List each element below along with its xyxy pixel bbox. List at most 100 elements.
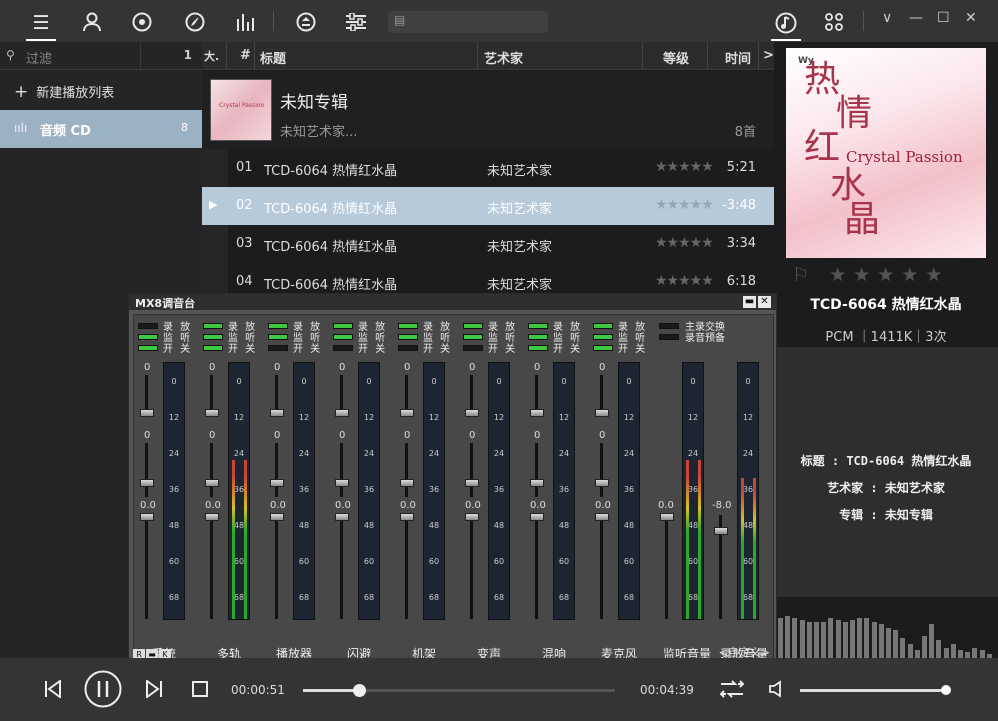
channel-switch-led[interactable] bbox=[398, 323, 418, 329]
fader-knob[interactable] bbox=[140, 513, 154, 521]
channel-switch-led[interactable] bbox=[463, 345, 483, 351]
channel-switch-led[interactable] bbox=[268, 345, 288, 351]
track-row[interactable]: 03 TCD-6064 热情红水晶 未知艺术家 ★★★★★ 3:34 bbox=[202, 225, 774, 263]
dropdown-icon[interactable]: ∨ bbox=[882, 10, 892, 26]
channel-switch-led[interactable] bbox=[593, 345, 613, 351]
col-header-time[interactable]: 时间 bbox=[725, 48, 751, 67]
channel-switch-led[interactable] bbox=[463, 323, 483, 329]
col-header-num[interactable]: # bbox=[240, 48, 251, 63]
fader-track[interactable] bbox=[405, 515, 408, 619]
channel-switch-led[interactable] bbox=[528, 323, 548, 329]
channel-switch-led[interactable] bbox=[138, 323, 158, 329]
compass-icon[interactable] bbox=[180, 7, 210, 37]
channel-switch-led[interactable] bbox=[138, 334, 158, 340]
pause-button[interactable] bbox=[84, 670, 122, 712]
next-icon[interactable] bbox=[145, 679, 163, 702]
master-switch-led[interactable] bbox=[659, 323, 679, 329]
fader-knob[interactable] bbox=[335, 513, 349, 521]
channel-switch-led[interactable] bbox=[593, 323, 613, 329]
fader-track[interactable] bbox=[275, 443, 278, 497]
fader-track[interactable] bbox=[340, 443, 343, 497]
music-note-icon[interactable] bbox=[771, 7, 801, 41]
fader-knob[interactable] bbox=[270, 479, 284, 487]
channel-switch-led[interactable] bbox=[333, 323, 353, 329]
mixer-close-button[interactable]: ✕ bbox=[758, 296, 771, 308]
channel-switch-led[interactable] bbox=[203, 334, 223, 340]
fader-knob[interactable] bbox=[660, 513, 674, 521]
eject-icon[interactable] bbox=[291, 7, 321, 37]
new-playlist-button[interactable]: + 新建播放列表 bbox=[14, 82, 114, 102]
channel-switch-led[interactable] bbox=[203, 323, 223, 329]
progress-handle[interactable] bbox=[353, 684, 367, 697]
fader-knob[interactable] bbox=[270, 513, 284, 521]
master-switch-led[interactable] bbox=[659, 334, 679, 340]
volume-slider[interactable] bbox=[800, 685, 951, 695]
bookmark-icon[interactable]: ⚐ bbox=[792, 264, 816, 286]
col-header-title[interactable]: 标题 bbox=[260, 48, 286, 67]
list-icon[interactable]: ☰ bbox=[26, 7, 56, 41]
channel-switch-led[interactable] bbox=[463, 334, 483, 340]
track-checkbox[interactable] bbox=[202, 225, 228, 263]
col-header-artist[interactable]: 艺术家 bbox=[484, 48, 523, 67]
channel-switch-led[interactable] bbox=[593, 334, 613, 340]
fader-track[interactable] bbox=[470, 443, 473, 497]
fader-track[interactable] bbox=[665, 515, 668, 619]
fader-track[interactable] bbox=[145, 443, 148, 497]
filter-bar[interactable]: ⚲ 过滤 1 bbox=[0, 42, 202, 70]
track-rating[interactable]: ★★★★★ bbox=[655, 197, 714, 213]
channel-switch-led[interactable] bbox=[398, 334, 418, 340]
fader-knob[interactable] bbox=[400, 513, 414, 521]
previous-icon[interactable] bbox=[44, 679, 62, 702]
close-button[interactable]: ✕ bbox=[965, 10, 977, 26]
track-rating[interactable]: ★★★★★ bbox=[655, 159, 714, 175]
fader-knob[interactable] bbox=[140, 409, 154, 417]
fader-track[interactable] bbox=[145, 515, 148, 619]
fader-knob[interactable] bbox=[530, 513, 544, 521]
col-header-size[interactable]: 大. bbox=[204, 48, 219, 64]
fader-track[interactable] bbox=[470, 515, 473, 619]
minimize-button[interactable]: — bbox=[909, 10, 923, 26]
top-search-box[interactable]: ▤ bbox=[388, 11, 548, 33]
fader-track[interactable] bbox=[340, 515, 343, 619]
sliders-icon[interactable] bbox=[341, 7, 371, 37]
fader-track[interactable] bbox=[210, 515, 213, 619]
track-rating[interactable]: ★★★★★ bbox=[655, 273, 714, 289]
col-more-arrow[interactable]: > bbox=[763, 48, 774, 63]
equalizer-icon[interactable] bbox=[230, 7, 260, 37]
track-checkbox[interactable] bbox=[202, 149, 228, 187]
channel-switch-led[interactable] bbox=[528, 334, 548, 340]
fader-knob[interactable] bbox=[400, 479, 414, 487]
channel-switch-led[interactable] bbox=[333, 345, 353, 351]
fader-track[interactable] bbox=[600, 515, 603, 619]
fader-track[interactable] bbox=[405, 443, 408, 497]
track-rating[interactable]: ★★★★★ bbox=[655, 235, 714, 251]
album-group-header[interactable]: Crystal Passion 未知专辑 未知艺术家... 8首 bbox=[202, 71, 774, 149]
channel-switch-led[interactable] bbox=[268, 334, 288, 340]
mixer-minimize-button[interactable]: ▬ bbox=[743, 296, 756, 308]
fader-knob[interactable] bbox=[465, 409, 479, 417]
fader-knob[interactable] bbox=[335, 409, 349, 417]
fader-knob[interactable] bbox=[714, 527, 728, 535]
fader-knob[interactable] bbox=[530, 479, 544, 487]
fader-knob[interactable] bbox=[530, 409, 544, 417]
maximize-button[interactable]: ☐ bbox=[937, 10, 950, 26]
fader-knob[interactable] bbox=[595, 479, 609, 487]
channel-switch-led[interactable] bbox=[203, 345, 223, 351]
fader-track[interactable] bbox=[535, 515, 538, 619]
channel-switch-led[interactable] bbox=[138, 345, 158, 351]
disc-icon[interactable] bbox=[127, 7, 157, 37]
progress-slider[interactable] bbox=[303, 684, 615, 697]
fader-knob[interactable] bbox=[205, 513, 219, 521]
channel-switch-led[interactable] bbox=[528, 345, 548, 351]
shuffle-icon[interactable] bbox=[719, 679, 745, 703]
fader-knob[interactable] bbox=[205, 409, 219, 417]
track-row[interactable]: ▶ 02 TCD-6064 热情红水晶 未知艺术家 ★★★★★ -3:48 bbox=[202, 187, 774, 225]
channel-switch-led[interactable] bbox=[333, 334, 353, 340]
fader-knob[interactable] bbox=[270, 409, 284, 417]
fader-knob[interactable] bbox=[595, 513, 609, 521]
fader-track[interactable] bbox=[535, 443, 538, 497]
volume-icon[interactable] bbox=[768, 680, 786, 702]
person-icon[interactable] bbox=[77, 7, 107, 37]
channel-switch-led[interactable] bbox=[398, 345, 418, 351]
fader-knob[interactable] bbox=[465, 479, 479, 487]
